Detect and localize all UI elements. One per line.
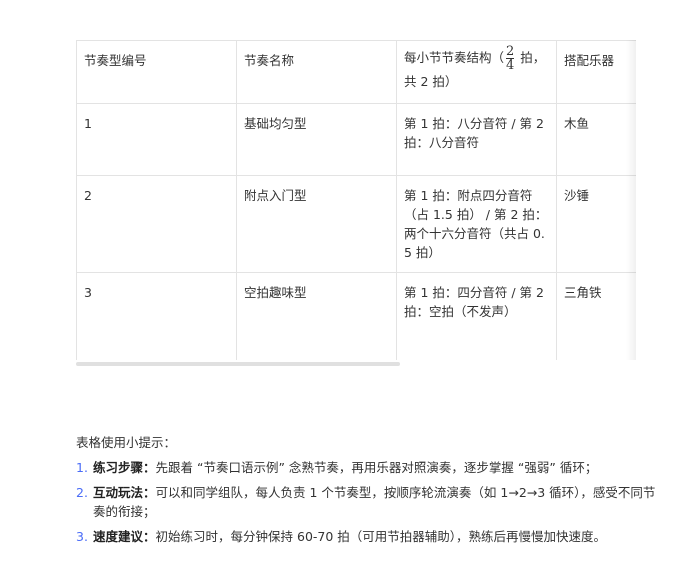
list-item: 3. 速度建议：初始练习时，每分钟保持 60-70 拍（可用节拍器辅助），熟练后再…	[76, 529, 607, 544]
table-row: 3 空拍趣味型 第 1 拍：四分音符 / 第 2 拍：空拍（不发声） 三角铁	[76, 272, 636, 360]
cell: 2	[76, 175, 237, 273]
table-row: 2 附点入门型 第 1 拍：附点四分音符（占 1.5 拍） / 第 2 拍：两个…	[76, 175, 636, 273]
cell: 3	[76, 272, 237, 360]
cell: 第 1 拍：四分音符 / 第 2 拍：空拍（不发声）	[396, 272, 557, 360]
cell: 空拍趣味型	[236, 272, 397, 360]
tips-list: 1. 练习步骤：先跟着 “节奏口语示例” 念熟节奏，再用乐器对照演奏，逐步掌握 “…	[76, 458, 656, 552]
cell: 三角铁	[556, 272, 636, 360]
cell: 1	[76, 103, 237, 176]
tips-title: 表格使用小提示：	[76, 435, 177, 450]
header-cell: 每小节节奏结构（ 2 4 拍，共 2 拍）	[396, 40, 557, 104]
cell: 附点入门型	[236, 175, 397, 273]
cell: 沙锤	[556, 175, 636, 273]
table-header-row: 节奏型编号 节奏名称 每小节节奏结构（ 2 4 拍，共 2 拍） 搭配乐器	[76, 40, 636, 104]
cell: 木鱼	[556, 103, 636, 176]
cell: 第 1 拍：附点四分音符（占 1.5 拍） / 第 2 拍：两个十六分音符（共占…	[396, 175, 557, 273]
header-cell: 节奏型编号	[76, 40, 237, 104]
header-cell: 节奏名称	[236, 40, 397, 104]
list-item: 2. 互动玩法：可以和同学组队，每人负责 1 个节奏型，按顺序轮流演奏（如 1→2…	[76, 485, 656, 519]
fraction: 24	[506, 44, 515, 73]
cell: 第 1 拍：八分音符 / 第 2 拍：八分音符	[396, 103, 557, 176]
horizontal-scrollbar[interactable]	[76, 362, 400, 366]
rhythm-table: 节奏型编号 节奏名称 每小节节奏结构（ 2 4 拍，共 2 拍） 搭配乐器 1 基础…	[76, 40, 636, 360]
list-item: 1. 练习步骤：先跟着 “节奏口语示例” 念熟节奏，再用乐器对照演奏，逐步掌握 “…	[76, 460, 598, 475]
header-cell: 搭配乐器	[556, 40, 636, 104]
rhythm-table-container: 节奏型编号 节奏名称 每小节节奏结构（ 2 4 拍，共 2 拍） 搭配乐器 1 基础…	[76, 40, 636, 360]
cell: 基础均匀型	[236, 103, 397, 176]
table-row: 1 基础均匀型 第 1 拍：八分音符 / 第 2 拍：八分音符 木鱼	[76, 103, 636, 176]
